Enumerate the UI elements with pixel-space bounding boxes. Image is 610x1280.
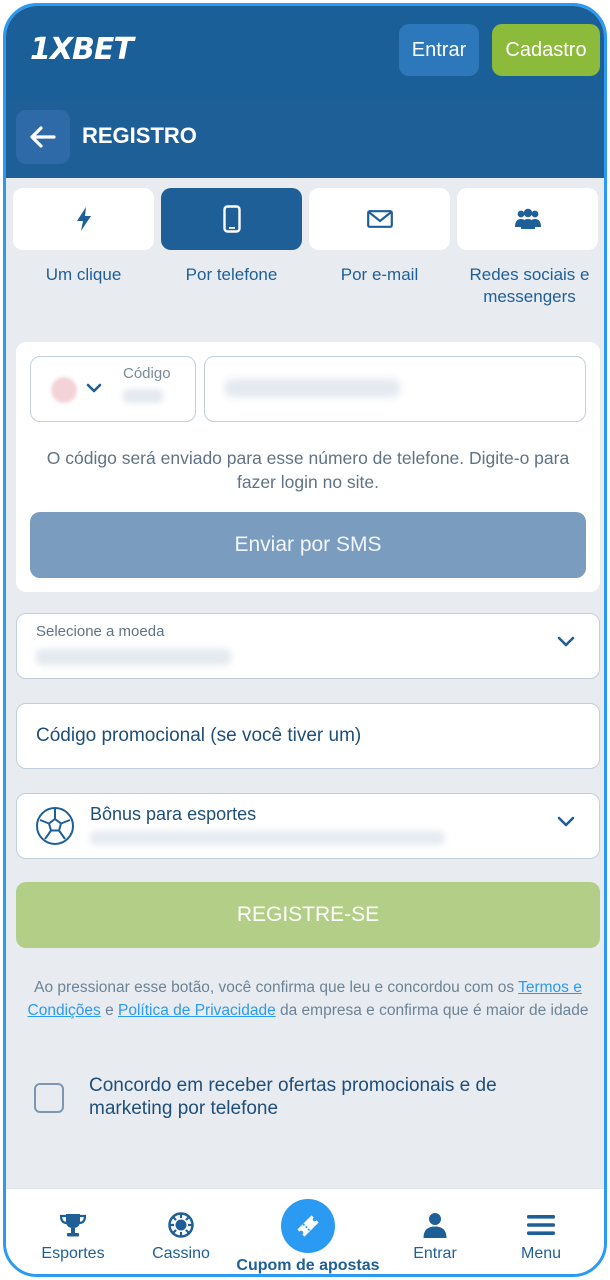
top-header: 1XBET Entrar Cadastro	[6, 6, 604, 98]
register-button[interactable]: REGISTRE-SE	[16, 882, 600, 948]
tab-by-phone[interactable]	[161, 188, 302, 250]
nav-login-label: Entrar	[413, 1245, 457, 1262]
brand-logo[interactable]: 1XBET	[30, 32, 134, 67]
tab-label-social[interactable]: Redes sociais e messengers	[457, 264, 602, 308]
tab-social[interactable]	[457, 188, 598, 250]
nav-menu-label: Menu	[520, 1245, 562, 1262]
nav-coupon-label: Cupom de apostas	[236, 1257, 380, 1274]
terms-and: e	[100, 1002, 119, 1019]
terms-suffix: da empresa e confirma que é maior de ida…	[275, 1002, 589, 1019]
chevron-down-icon	[86, 383, 102, 393]
casino-chip-icon	[168, 1212, 194, 1238]
consent-checkbox[interactable]	[34, 1083, 64, 1113]
nav-casino[interactable]: Cassino	[131, 1189, 231, 1274]
send-sms-button[interactable]: Enviar por SMS	[30, 512, 586, 578]
tab-by-email[interactable]	[309, 188, 450, 250]
nav-menu[interactable]: Menu	[491, 1189, 591, 1274]
logo-prefix: 1X	[30, 32, 73, 67]
bonus-select[interactable]: Bônus para esportes	[16, 793, 600, 859]
app-frame: 1XBET Entrar Cadastro REGISTRO Um clique…	[3, 3, 607, 1277]
signup-button[interactable]: Cadastro	[492, 24, 600, 76]
tab-one-click[interactable]	[13, 188, 154, 250]
terms-notice: Ao pressionar esse botão, você confirma …	[18, 976, 598, 1022]
privacy-link[interactable]: Política de Privacidade	[118, 1002, 276, 1019]
sms-note: O código será enviado para esse número d…	[46, 448, 570, 492]
chevron-down-icon	[557, 816, 575, 827]
bonus-description-blurred	[90, 831, 445, 845]
hamburger-menu-icon	[527, 1215, 555, 1235]
promo-code-placeholder: Código promocional (se você tiver um)	[36, 725, 362, 746]
currency-label: Selecione a moeda	[36, 623, 165, 640]
nav-login[interactable]: Entrar	[385, 1189, 485, 1274]
nav-sports[interactable]: Esportes	[23, 1189, 123, 1274]
soccer-ball-icon	[36, 807, 74, 845]
envelope-icon	[366, 210, 393, 228]
page-title: REGISTRO	[82, 123, 197, 148]
promo-code-input[interactable]: Código promocional (se você tiver um)	[16, 703, 600, 769]
title-bar: REGISTRO	[6, 98, 604, 178]
login-button[interactable]: Entrar	[399, 24, 479, 76]
consent-label[interactable]: Concordo em receber ofertas promocionais…	[89, 1074, 549, 1120]
lightning-icon	[76, 207, 91, 231]
tab-label-one-click[interactable]: Um clique	[13, 264, 154, 286]
trophy-icon	[59, 1214, 87, 1237]
currency-select[interactable]: Selecione a moeda	[16, 613, 600, 679]
phone-icon	[222, 205, 241, 233]
phone-form-card: Código O código será enviado para esse n…	[16, 342, 600, 592]
phone-number-placeholder-blurred	[225, 379, 400, 397]
user-icon	[423, 1213, 447, 1238]
coupon-button[interactable]	[281, 1199, 335, 1253]
tab-label-by-email[interactable]: Por e-mail	[309, 264, 450, 286]
back-button[interactable]	[16, 110, 70, 164]
arrow-left-icon	[30, 126, 56, 148]
people-icon	[514, 208, 541, 229]
chevron-down-icon	[557, 636, 575, 647]
logo-suffix: BET	[72, 32, 134, 67]
bottom-nav: Esportes Cassino Cupom de apostas Entrar…	[6, 1188, 604, 1274]
bonus-title: Bônus para esportes	[90, 804, 257, 824]
country-code-select[interactable]: Código	[30, 356, 196, 422]
phone-number-input[interactable]	[204, 356, 586, 422]
nav-sports-label: Esportes	[41, 1245, 105, 1262]
country-code-label: Código	[123, 365, 171, 382]
country-flag-icon	[51, 377, 77, 403]
nav-coupon[interactable]: Cupom de apostas	[228, 1189, 388, 1274]
ticket-icon	[297, 1215, 319, 1237]
nav-casino-label: Cassino	[152, 1245, 210, 1262]
tab-label-by-phone[interactable]: Por telefone	[161, 264, 302, 286]
terms-prefix: Ao pressionar esse botão, você confirma …	[34, 979, 519, 996]
currency-value-blurred	[36, 649, 231, 665]
country-code-value-blurred	[123, 389, 163, 403]
